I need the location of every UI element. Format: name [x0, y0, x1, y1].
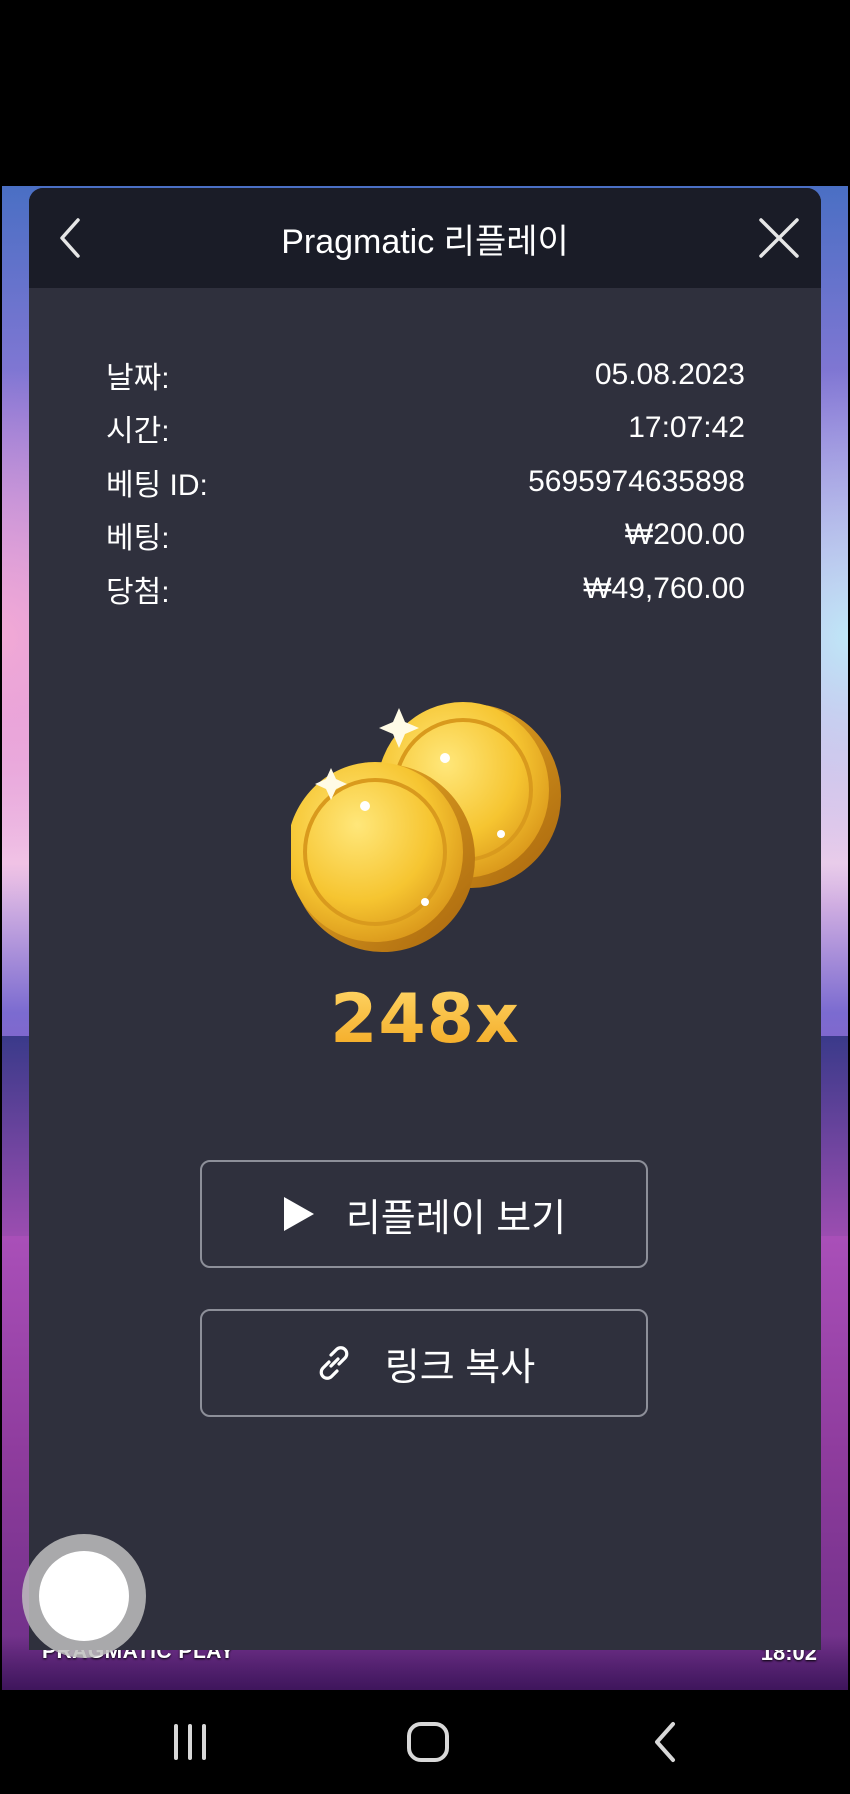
bet-value: ₩200.00: [624, 518, 745, 552]
info-row-time: 시간: 17:07:42: [106, 402, 745, 456]
assistive-touch-button[interactable]: [22, 1534, 146, 1658]
replay-modal: Pragmatic 리플레이 날짜: 05.08.2023 시간: 17:07:…: [29, 188, 821, 1650]
info-row-bet-id: 베팅 ID: 5695974635898: [106, 455, 745, 509]
bet-info: 날짜: 05.08.2023 시간: 17:07:42 베팅 ID: 56959…: [106, 348, 745, 616]
copy-link-label: 링크 복사: [384, 1346, 536, 1389]
copy-link-button[interactable]: 링크 복사: [200, 1309, 648, 1417]
chevron-left-icon: [60, 218, 80, 258]
modal-header: Pragmatic 리플레이: [29, 188, 821, 288]
modal-title: Pragmatic 리플레이: [281, 222, 569, 261]
game-rail-left: [2, 1036, 32, 1236]
close-icon: [759, 218, 799, 258]
gold-coins-icon: [291, 702, 561, 952]
watch-replay-label: 리플레이 보기: [345, 1197, 567, 1240]
close-button[interactable]: [749, 208, 809, 268]
back-icon: [655, 1722, 675, 1762]
date-label: 날짜:: [106, 361, 170, 395]
info-row-date: 날짜: 05.08.2023: [106, 348, 745, 402]
bet-id-label: 베팅 ID:: [106, 468, 208, 502]
bet-label: 베팅:: [106, 522, 170, 556]
home-button[interactable]: [398, 1714, 458, 1770]
recent-apps-button[interactable]: [160, 1714, 220, 1770]
link-icon: [319, 1346, 349, 1380]
home-icon: [407, 1722, 449, 1762]
recent-apps-icon: [174, 1724, 206, 1760]
win-multiplier: 248x: [29, 980, 821, 1059]
win-value: ₩49,760.00: [583, 571, 745, 605]
play-icon: [283, 1197, 314, 1231]
assistive-touch-inner: [39, 1551, 129, 1641]
game-rail-right: [818, 1036, 848, 1236]
watch-replay-button[interactable]: 리플레이 보기: [200, 1160, 648, 1268]
info-row-win: 당첨: ₩49,760.00: [106, 562, 745, 616]
bet-id-value: 5695974635898: [528, 464, 745, 498]
date-value: 05.08.2023: [594, 357, 745, 391]
nav-back-button[interactable]: [636, 1714, 696, 1770]
android-nav-bar: [0, 1690, 850, 1794]
info-row-bet: 베팅: ₩200.00: [106, 509, 745, 563]
back-button[interactable]: [43, 210, 99, 266]
win-label: 당첨:: [106, 575, 170, 609]
time-label: 시간:: [106, 415, 170, 449]
time-value: 17:07:42: [628, 411, 745, 445]
